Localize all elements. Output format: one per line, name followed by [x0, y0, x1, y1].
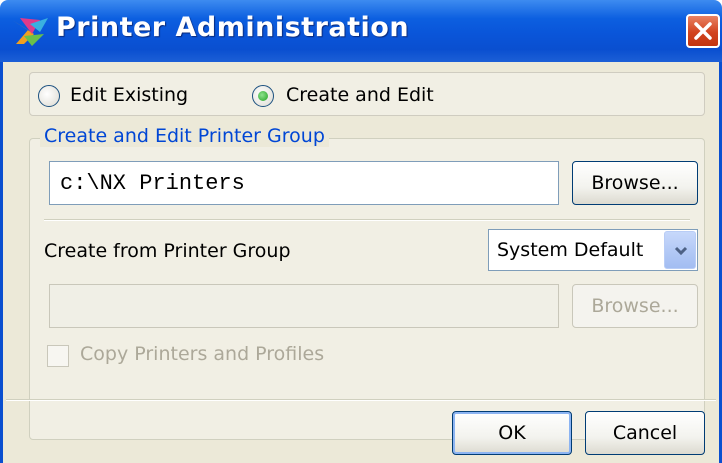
copy-printers-checkbox[interactable]: [47, 345, 69, 367]
nx-logo-icon: [12, 18, 48, 46]
create-and-edit-label[interactable]: Create and Edit: [286, 84, 434, 106]
create-from-label: Create from Printer Group: [44, 240, 291, 262]
close-button[interactable]: [686, 14, 720, 48]
ok-button[interactable]: OK: [452, 411, 572, 455]
source-group-path-field[interactable]: [49, 284, 559, 328]
dropdown-arrow[interactable]: [664, 231, 696, 269]
printer-group-frame: Create and Edit Printer Group Browse... …: [29, 125, 705, 440]
source-browse-button[interactable]: Browse...: [572, 284, 698, 328]
group-legend: Create and Edit Printer Group: [40, 125, 329, 147]
footer-divider: [6, 399, 716, 401]
title-bar[interactable]: Printer Administration: [0, 0, 722, 62]
edit-existing-label[interactable]: Edit Existing: [70, 84, 188, 106]
window-title: Printer Administration: [56, 12, 410, 43]
close-icon: [694, 22, 712, 40]
edit-existing-radio[interactable]: [38, 85, 60, 107]
dialog-body: Edit Existing Create and Edit Create and…: [0, 62, 722, 463]
printer-group-path-input[interactable]: [50, 162, 558, 204]
create-from-select[interactable]: System Default: [488, 229, 698, 271]
mode-radio-group: Edit Existing Create and Edit: [29, 72, 705, 116]
browse-button[interactable]: Browse...: [572, 161, 698, 205]
group-divider: [44, 219, 690, 221]
create-and-edit-radio[interactable]: [252, 85, 274, 107]
copy-printers-label[interactable]: Copy Printers and Profiles: [80, 343, 324, 365]
cancel-button[interactable]: Cancel: [585, 411, 705, 455]
chevron-down-icon: [674, 246, 688, 256]
printer-group-path-field[interactable]: [49, 161, 559, 205]
source-group-path-input[interactable]: [50, 285, 558, 327]
create-from-select-value: System Default: [497, 239, 644, 261]
